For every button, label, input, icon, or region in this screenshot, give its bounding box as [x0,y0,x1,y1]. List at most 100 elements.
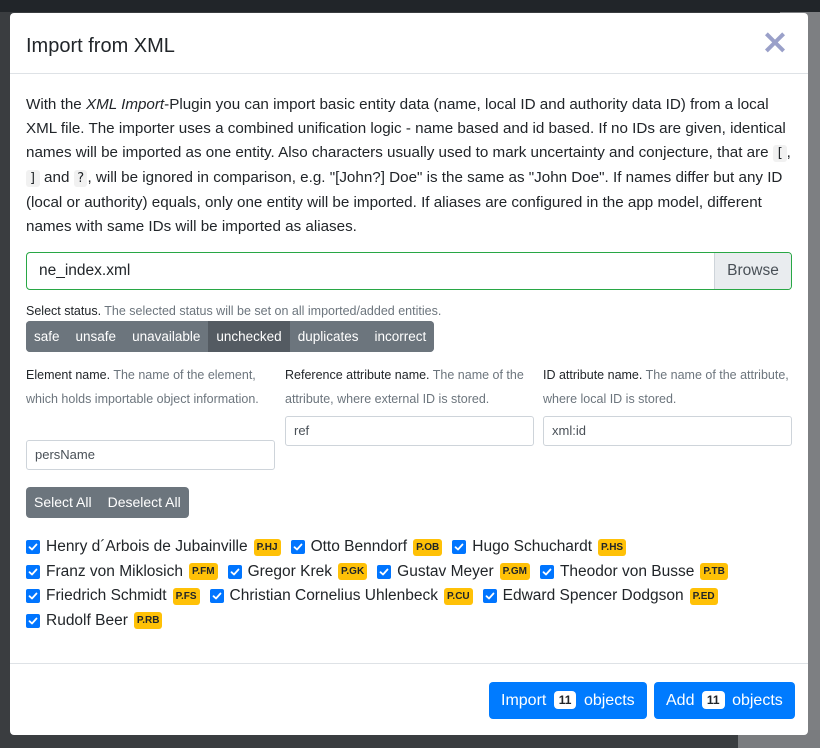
entity-checkbox[interactable] [539,564,554,579]
status-option-unavailable[interactable]: unavailable [124,321,209,352]
id-attribute-field: ID attribute name. The name of the attri… [543,363,792,446]
entity-item[interactable]: Otto Benndorf P.OB [290,538,443,556]
code-bracket-open: [ [772,145,787,162]
modal-footer: Import 11 objects Add 11 objects [10,663,808,735]
reference-attribute-input[interactable]: ref [285,416,534,446]
entity-id-badge: P.TB [700,563,728,581]
checkmark-icon [28,592,38,600]
browse-button[interactable]: Browse [714,253,791,289]
element-name-label: Element name. The name of the element, w… [26,363,275,411]
entity-checkbox[interactable] [26,589,40,604]
checkmark-icon [485,592,495,600]
entity-item[interactable]: Gustav Meyer P.GM [377,563,530,581]
entity-checkbox[interactable] [482,589,497,604]
add-count-badge: 11 [701,691,725,709]
intro-text-part: , [786,144,791,161]
entity-name: Franz von Miklosich [46,562,183,580]
entity-id-badge: P.GM [499,563,530,581]
entity-id-badge: P.HS [598,538,627,556]
entity-checkbox[interactable] [26,540,40,555]
status-option-duplicates[interactable]: duplicates [289,321,367,352]
id-attribute-input[interactable]: xml:id [543,416,792,446]
entity-checkbox[interactable] [377,564,392,579]
close-icon[interactable]: × [760,25,790,59]
entity-row: Rudolf Beer P.RB [26,609,796,634]
reference-attribute-label: Reference attribute name. The name of th… [285,363,534,411]
status-button-group: safe unsafe unavailable unchecked duplicates… [26,321,435,352]
status-option-unsafe[interactable]: unsafe [67,321,125,352]
entity-name: Henry d´Arbois de Jubainville [46,538,248,556]
deselect-all-button[interactable]: Deselect All [99,487,189,518]
entity-name: Theodor von Busse [559,562,695,580]
entity-checkbox[interactable] [452,540,467,555]
entity-item[interactable]: Franz von Miklosich P.FM [26,563,218,581]
intro-text: With the XML Import-Plugin you can impor… [26,93,796,239]
checkmark-icon [542,568,552,576]
entity-id-badge: P.RB [133,612,163,630]
select-all-button[interactable]: Select All [26,487,100,518]
entity-id-badge: P.GK [338,563,368,581]
entity-id-badge: P.OB [413,538,443,556]
checkmark-icon [28,568,38,576]
entity-item[interactable]: Theodor von Busse P.TB [539,562,728,581]
import-count-badge: 11 [553,691,577,709]
add-objects-button[interactable]: Add 11 objects [654,682,795,719]
add-button-suffix: objects [732,692,783,709]
intro-text-part: and [39,169,74,186]
entity-name: Friedrich Schmidt [46,587,167,605]
import-objects-button[interactable]: Import 11 objects [489,682,647,719]
status-option-incorrect[interactable]: incorrect [366,321,435,352]
entity-item[interactable]: Rudolf Beer P.RB [26,611,163,630]
entity-checkbox[interactable] [290,540,305,555]
entity-checkbox[interactable] [26,564,40,579]
intro-text-part: With the [26,96,86,113]
entity-item[interactable]: Edward Spencer Dodgson P.ED [482,587,718,605]
file-name[interactable]: ne_index.xml [27,253,714,289]
entity-item[interactable]: Christian Cornelius Uhlenbeck P.CU [209,587,473,605]
import-button-label: Import [501,692,547,709]
modal-header: Import from XML × [10,13,808,74]
entity-item[interactable]: Henry d´Arbois de Jubainville P.HJ [26,538,281,556]
entity-name: Hugo Schuchardt [472,538,593,556]
file-input[interactable]: ne_index.xml Browse [26,252,792,290]
entity-item[interactable]: Hugo Schuchardt P.HS [452,538,627,556]
checkmark-icon [454,543,464,551]
backdrop-top-bar [0,0,820,12]
checkmark-icon [212,592,221,600]
code-question-mark: ? [73,170,88,187]
entity-row: Friedrich Schmidt P.FS Christian Cornelius… [26,584,796,609]
status-label-title: Select status. [26,304,102,318]
status-label-hint: The selected status will be set on all i… [104,304,442,318]
entity-item[interactable]: Gregor Krek P.GK [227,563,368,581]
status-option-unchecked[interactable]: unchecked [208,321,290,352]
element-name-input[interactable]: persName [26,440,275,470]
entity-checkbox[interactable] [26,613,40,628]
entity-name: Christian Cornelius Uhlenbeck [229,587,439,605]
id-attribute-label: ID attribute name. The name of the attri… [543,363,792,411]
entity-checkbox[interactable] [227,564,242,579]
status-option-safe[interactable]: safe [26,321,68,352]
entity-item[interactable]: Friedrich Schmidt P.FS [26,587,200,605]
reference-attribute-field: Reference attribute name. The name of th… [285,363,534,446]
import-button-suffix: objects [583,692,635,709]
entity-row: Henry d´Arbois de Jubainville P.HJ Otto Be… [26,535,796,560]
entity-id-badge: P.FS [172,587,200,605]
id-attribute-title: ID attribute name. [543,368,643,382]
entity-list: Henry d´Arbois de Jubainville P.HJ Otto Be… [26,535,796,633]
checkmark-icon [230,568,239,576]
checkmark-icon [28,617,38,625]
reference-attribute-title: Reference attribute name. [285,368,430,382]
intro-text-part: , will be ignored in comparison, e.g. "[… [26,169,783,235]
entity-name: Edward Spencer Dodgson [502,587,684,605]
entity-id-badge: P.HJ [253,538,281,556]
element-name-field: Element name. The name of the element, w… [26,363,275,470]
entity-id-badge: P.CU [444,587,473,605]
element-name-title: Element name. [26,368,111,382]
checkmark-icon [293,543,302,551]
entity-name: Rudolf Beer [46,611,128,629]
import-xml-modal: Import from XML × With the XML Import-Pl… [10,13,808,735]
entity-name: Gustav Meyer [397,562,494,580]
plugin-name: XML Import [85,96,165,113]
selection-button-group: Select All Deselect All [26,487,189,518]
entity-checkbox[interactable] [209,589,224,604]
